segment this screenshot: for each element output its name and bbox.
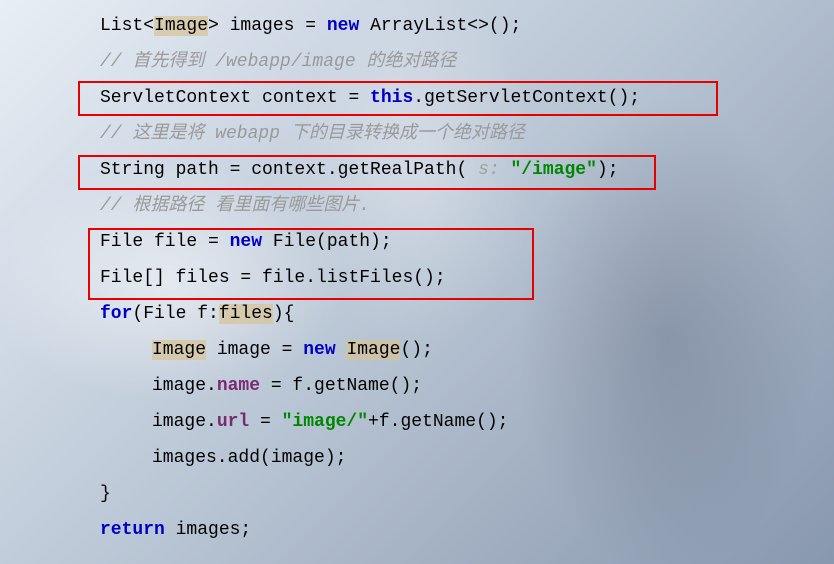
code-line-8: File[] files = file.listFiles(); (100, 260, 834, 296)
param-hint: s: (467, 160, 510, 180)
code-text: File file = (100, 232, 230, 252)
code-text: images.add(image); (152, 448, 346, 468)
code-text: +f.getName(); (368, 412, 508, 432)
code-line-6: // 根据路径 看里面有哪些图片. (100, 188, 834, 224)
code-line-9: for(File f:files){ (100, 296, 834, 332)
keyword-new: new (327, 16, 359, 36)
code-text: images; (165, 520, 251, 540)
member-access: url (217, 412, 249, 432)
comment-text: // 首先得到 /webapp/image 的绝对路径 (100, 52, 456, 72)
code-line-2: // 首先得到 /webapp/image 的绝对路径 (100, 44, 834, 80)
code-text: File(path); (262, 232, 392, 252)
keyword-new: new (303, 340, 335, 360)
highlighted-type: Image (154, 16, 208, 36)
closing-brace: } (100, 484, 111, 504)
code-line-11: image.name = f.getName(); (100, 368, 834, 404)
keyword-this: this (370, 88, 413, 108)
keyword-return: return (100, 520, 165, 540)
code-text: image. (152, 376, 217, 396)
comment-text: // 这里是将 webapp 下的目录转换成一个绝对路径 (100, 124, 525, 144)
string-literal: "image/" (282, 412, 368, 432)
code-line-10: Image image = new Image(); (100, 332, 834, 368)
code-text: image = (206, 340, 303, 360)
code-line-15: return images; (100, 512, 834, 548)
code-line-5: String path = context.getRealPath( s: "/… (100, 152, 834, 188)
code-line-3: ServletContext context = this.getServlet… (100, 80, 834, 116)
code-text: > images = (208, 16, 327, 36)
keyword-new: new (230, 232, 262, 252)
code-line-14: } (100, 476, 834, 512)
code-text: (File f: (132, 304, 218, 324)
keyword-for: for (100, 304, 132, 324)
highlighted-type: Image (346, 340, 400, 360)
highlighted-type: Image (152, 340, 206, 360)
code-text: ); (597, 160, 619, 180)
highlighted-var: files (219, 304, 273, 324)
code-editor: List<Image> images = new ArrayList<>(); … (0, 8, 834, 548)
code-line-13: images.add(image); (100, 440, 834, 476)
code-text: .getServletContext(); (413, 88, 640, 108)
code-line-12: image.url = "image/"+f.getName(); (100, 404, 834, 440)
code-text: (); (400, 340, 432, 360)
comment-text: // 根据路径 看里面有哪些图片. (100, 196, 370, 216)
code-text: ArrayList<>(); (359, 16, 521, 36)
code-text: = f.getName(); (260, 376, 422, 396)
code-text: File[] files = file.listFiles(); (100, 268, 446, 288)
code-text: String path = context.getRealPath( (100, 160, 467, 180)
code-text (336, 340, 347, 360)
code-text: List< (100, 16, 154, 36)
code-text: image. (152, 412, 217, 432)
code-line-7: File file = new File(path); (100, 224, 834, 260)
code-line-4: // 这里是将 webapp 下的目录转换成一个绝对路径 (100, 116, 834, 152)
code-text: ){ (273, 304, 295, 324)
string-literal: "/image" (510, 160, 596, 180)
member-access: name (217, 376, 260, 396)
code-text: = (249, 412, 281, 432)
code-text: ServletContext context = (100, 88, 370, 108)
code-line-1: List<Image> images = new ArrayList<>(); (100, 8, 834, 44)
